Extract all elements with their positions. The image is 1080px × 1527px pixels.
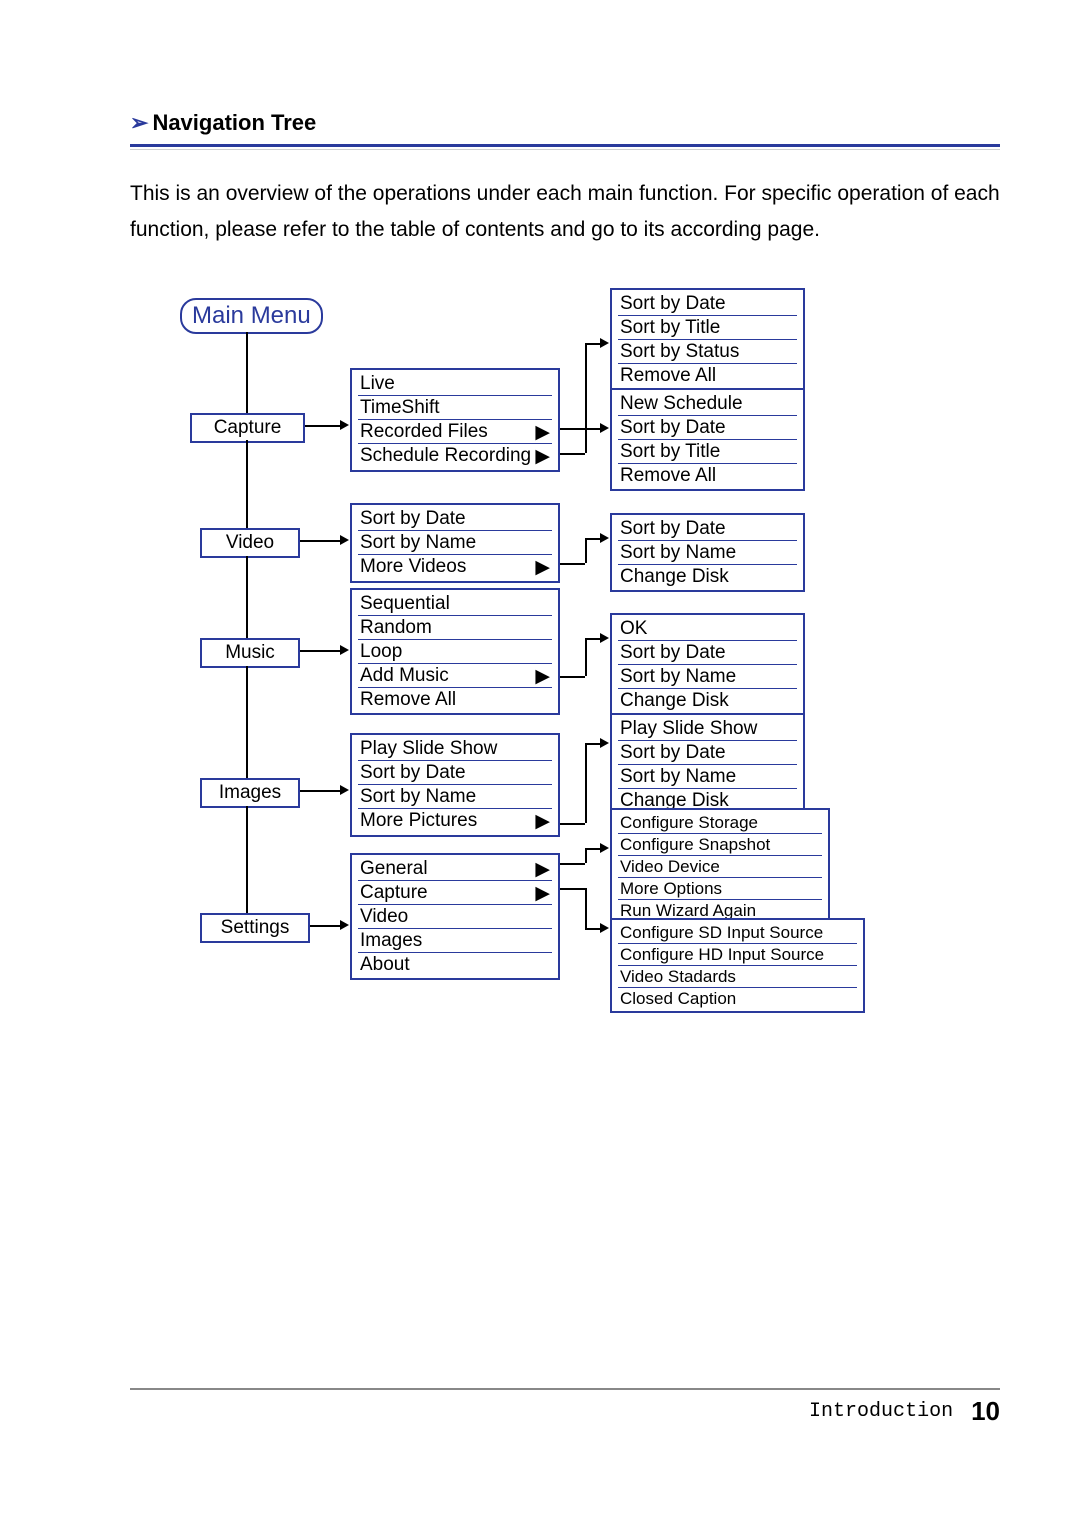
chevron-right-icon: ➢ (130, 110, 148, 135)
list-item: Configure HD Input Source (618, 944, 857, 966)
capture-settings-sub: Configure SD Input Source Configure HD I… (610, 918, 865, 1013)
list-item: Sort by Title (618, 440, 797, 464)
list-item: More Options (618, 878, 822, 900)
list-item: Video Device (618, 856, 822, 878)
music-node: Music (200, 638, 300, 668)
list-item: More Videos▶ (358, 555, 552, 578)
schedule-sub: New Schedule Sort by Date Sort by Title … (610, 388, 805, 491)
section-heading: ➢Navigation Tree (130, 110, 1000, 147)
list-item: Sort by Date (358, 507, 552, 531)
list-item: Sort by Date (618, 416, 797, 440)
images-node: Images (200, 778, 300, 808)
settings-sub: General▶ Capture▶ Video Images About (350, 853, 560, 980)
list-item: Live (358, 372, 552, 396)
list-item: Sort by Date (618, 517, 797, 541)
main-menu-node: Main Menu (180, 298, 323, 334)
page-footer: Introduction 10 (130, 1388, 1000, 1427)
list-item: Sort by Date (618, 741, 797, 765)
list-item: Video (358, 905, 552, 929)
list-item: Change Disk (618, 689, 797, 712)
list-item: Video Stadards (618, 966, 857, 988)
capture-sub: Live TimeShift Recorded Files▶ Schedule … (350, 368, 560, 472)
navigation-tree-diagram: Main Menu Capture Video Music Images Set… (150, 288, 980, 1078)
list-item: Sort by Title (618, 316, 797, 340)
list-item: Sort by Name (618, 765, 797, 789)
video-sub: Sort by Date Sort by Name More Videos▶ (350, 503, 560, 583)
music-sub: Sequential Random Loop Add Music▶ Remove… (350, 588, 560, 715)
list-item: General▶ (358, 857, 552, 881)
capture-node: Capture (190, 413, 305, 443)
more-pictures-sub: Play Slide Show Sort by Date Sort by Nam… (610, 713, 805, 816)
general-sub: Configure Storage Configure Snapshot Vid… (610, 808, 830, 925)
list-item: Sort by Date (618, 292, 797, 316)
list-item: Sort by Name (618, 541, 797, 565)
list-item: Sort by Name (618, 665, 797, 689)
list-item: Remove All (358, 688, 552, 711)
list-item: Remove All (618, 364, 797, 387)
list-item: More Pictures▶ (358, 809, 552, 832)
list-item: Configure Storage (618, 812, 822, 834)
list-item: About (358, 953, 552, 976)
page-number: 10 (971, 1396, 1000, 1427)
settings-node: Settings (200, 913, 310, 943)
list-item: Sort by Date (358, 761, 552, 785)
list-item: New Schedule (618, 392, 797, 416)
list-item: Sequential (358, 592, 552, 616)
list-item: Schedule Recording▶ (358, 444, 552, 467)
recorded-files-sub: Sort by Date Sort by Title Sort by Statu… (610, 288, 805, 391)
video-node: Video (200, 528, 300, 558)
list-item: OK (618, 617, 797, 641)
list-item: Play Slide Show (358, 737, 552, 761)
list-item: Sort by Name (358, 531, 552, 555)
list-item: Capture▶ (358, 881, 552, 905)
intro-paragraph: This is an overview of the operations un… (130, 176, 1000, 248)
list-item: Change Disk (618, 565, 797, 588)
list-item: Recorded Files▶ (358, 420, 552, 444)
list-item: TimeShift (358, 396, 552, 420)
more-videos-sub: Sort by Date Sort by Name Change Disk (610, 513, 805, 592)
list-item: Random (358, 616, 552, 640)
footer-section: Introduction (809, 1400, 953, 1423)
list-item: Images (358, 929, 552, 953)
add-music-sub: OK Sort by Date Sort by Name Change Disk (610, 613, 805, 716)
list-item: Add Music▶ (358, 664, 552, 688)
list-item: Play Slide Show (618, 717, 797, 741)
list-item: Remove All (618, 464, 797, 487)
divider (130, 149, 1000, 150)
list-item: Loop (358, 640, 552, 664)
list-item: Sort by Date (618, 641, 797, 665)
list-item: Configure SD Input Source (618, 922, 857, 944)
images-sub: Play Slide Show Sort by Date Sort by Nam… (350, 733, 560, 837)
heading-text: Navigation Tree (152, 110, 316, 135)
list-item: Configure Snapshot (618, 834, 822, 856)
list-item: Closed Caption (618, 988, 857, 1009)
list-item: Sort by Status (618, 340, 797, 364)
list-item: Sort by Name (358, 785, 552, 809)
